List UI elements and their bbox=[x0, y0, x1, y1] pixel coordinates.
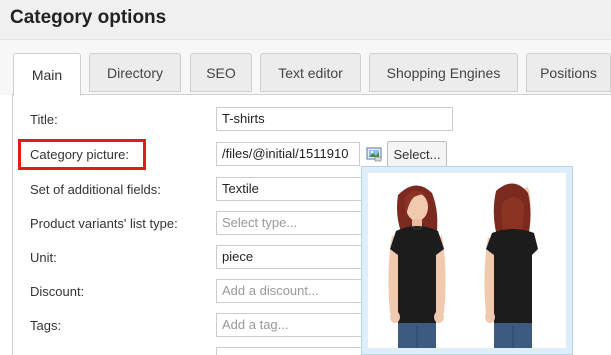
page-title: Category options bbox=[10, 7, 167, 28]
unit-label: Unit: bbox=[30, 250, 57, 265]
tab-seo[interactable]: SEO bbox=[190, 53, 252, 92]
tags-label: Tags: bbox=[30, 318, 62, 333]
tab-directory[interactable]: Directory bbox=[89, 53, 181, 92]
tab-text-editor[interactable]: Text editor bbox=[260, 53, 361, 92]
front-view-figure bbox=[388, 185, 446, 348]
select-picture-button[interactable]: Select... bbox=[387, 141, 447, 167]
tab-bar: Main Directory SEO Text editor Shopping … bbox=[0, 40, 611, 96]
picture-preview-popup bbox=[361, 166, 573, 355]
discount-label: Discount: bbox=[30, 284, 85, 299]
tab-main[interactable]: Main bbox=[13, 53, 81, 96]
unit-select[interactable]: piece bbox=[216, 245, 362, 269]
additional-fields-select[interactable]: Textile bbox=[216, 177, 362, 201]
back-view-figure bbox=[484, 183, 538, 348]
additional-fields-label: Set of additional fields: bbox=[30, 182, 161, 197]
page-header: Category options bbox=[0, 0, 611, 40]
category-picture-label: Category picture: bbox=[30, 147, 129, 162]
picture-preview-image bbox=[368, 173, 566, 348]
category-picture-input[interactable]: /files/@initial/1511910 bbox=[216, 142, 360, 166]
tags-input[interactable]: Add a tag... bbox=[216, 313, 362, 337]
image-picker-icon[interactable] bbox=[366, 146, 382, 162]
title-input[interactable]: T-shirts bbox=[216, 107, 453, 131]
title-label: Title: bbox=[30, 112, 58, 127]
discount-input[interactable]: Add a discount... bbox=[216, 279, 362, 303]
next-field-input[interactable] bbox=[216, 347, 362, 355]
variants-list-type-label: Product variants' list type: bbox=[30, 216, 178, 231]
tab-positions[interactable]: Positions bbox=[526, 53, 611, 92]
variants-list-type-select[interactable]: Select type... bbox=[216, 211, 362, 235]
tab-shopping-engines[interactable]: Shopping Engines bbox=[369, 53, 518, 92]
